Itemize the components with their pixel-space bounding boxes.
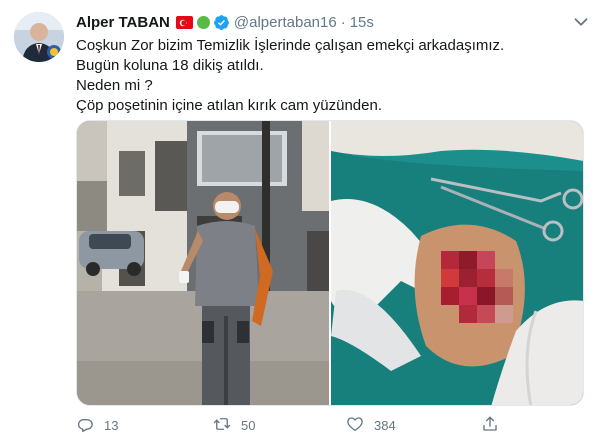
tweet-line: Coşkun Zor bizim Temizlik İşlerinde çalı… — [76, 37, 505, 54]
author-name[interactable]: Alper TABAN — [76, 14, 170, 31]
retweet-icon — [213, 415, 241, 436]
turkey-flag-icon — [175, 16, 193, 29]
separator-dot: · — [340, 13, 346, 31]
reply-icon — [76, 415, 104, 436]
tweet-line: Çöp poşetinin içine atılan kırık cam yüz… — [76, 97, 382, 114]
verified-badge-icon — [213, 14, 230, 31]
avatar[interactable] — [14, 12, 64, 62]
tweet-header: Alper TABAN @alpertaban16 · 15s — [76, 11, 594, 33]
tweet-media — [76, 120, 584, 406]
tweet-line: Neden mi ? — [76, 77, 153, 94]
like-count: 384 — [374, 417, 396, 433]
reply-count: 13 — [104, 417, 119, 433]
tweet-actions: 13 50 384 — [76, 414, 526, 436]
tweet-line: Bugün koluna 18 dikiş atıldı. — [76, 57, 264, 74]
share-icon — [481, 415, 509, 436]
tweet-text: Coşkun Zor bizim Temizlik İşlerinde çalı… — [76, 36, 576, 116]
reply-button[interactable]: 13 — [76, 414, 118, 436]
avatar-image — [14, 12, 64, 62]
tweet-card[interactable]: Alper TABAN @alpertaban16 · 15s Coşkun Z… — [0, 0, 604, 443]
retweet-count: 50 — [241, 417, 256, 433]
heart-icon — [346, 415, 374, 436]
chevron-down-icon[interactable] — [570, 11, 592, 33]
author-handle[interactable]: @alpertaban16 — [234, 14, 337, 31]
green-circle-icon — [196, 15, 210, 29]
photo-arm-wound[interactable] — [330, 121, 583, 405]
tweet-timestamp[interactable]: 15s — [350, 14, 374, 31]
share-button[interactable] — [481, 414, 509, 436]
like-button[interactable]: 384 — [346, 414, 396, 436]
photo-worker-street[interactable] — [77, 121, 329, 405]
retweet-button[interactable]: 50 — [213, 414, 255, 436]
